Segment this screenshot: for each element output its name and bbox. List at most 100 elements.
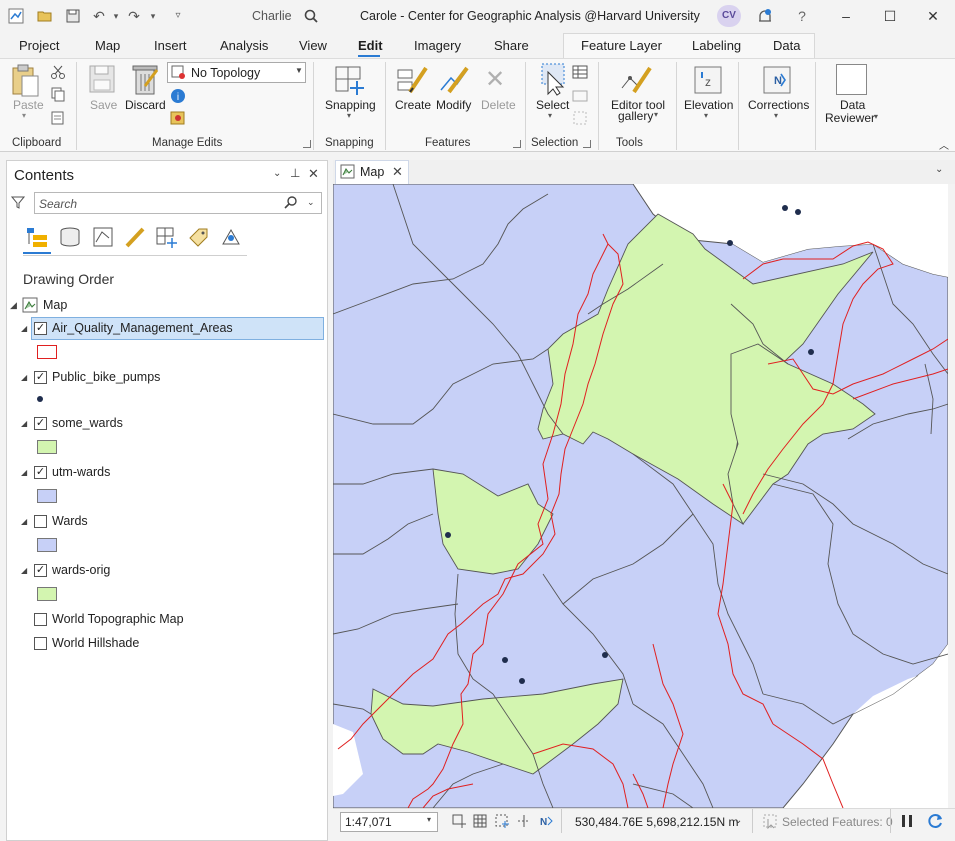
bike-pump-point[interactable] [519,678,525,684]
layer-visibility-checkbox[interactable] [34,613,47,626]
layer-name-public-bike-pumps[interactable]: Public_bike_pumps [52,370,160,384]
data-reviewer-label-2[interactable]: Reviewer [825,111,875,125]
list-by-labeling-icon[interactable] [187,226,211,251]
snapping-dropdown-icon[interactable]: ▾ [347,111,351,120]
open-project-icon[interactable] [37,8,53,24]
zoom-to-selection-icon[interactable] [572,110,588,129]
refresh-icon[interactable] [927,812,945,833]
elevation-button[interactable]: Elevation [684,98,733,112]
layer-visibility-checkbox[interactable]: ✓ [34,564,47,577]
tab-feature-layer[interactable]: Feature Layer [581,38,662,53]
tab-analysis[interactable]: Analysis [220,38,268,53]
selection-launcher-icon[interactable] [583,140,591,148]
gallery-dropdown-icon[interactable]: ▾ [654,110,658,119]
map-canvas[interactable] [333,184,948,808]
minimize-icon[interactable]: – [836,6,856,26]
editor-tool-gallery-icon[interactable] [620,64,654,99]
error-inspector-icon[interactable]: i [170,88,186,107]
layer-expand-icon[interactable]: ◢ [21,566,27,575]
paste-dropdown-icon[interactable]: ▾ [22,111,26,120]
paste-icon[interactable] [10,64,42,98]
bike-pump-point[interactable] [727,240,733,246]
modify-features-icon[interactable] [437,64,471,99]
elevation-icon[interactable]: z [692,64,724,99]
paste-button[interactable]: Paste [13,98,44,112]
maximize-icon[interactable]: ☐ [880,6,900,26]
select-button[interactable]: Select [536,98,569,112]
filter-icon[interactable] [10,195,26,212]
copy-icon[interactable] [50,86,66,105]
layer-symbol-swatch[interactable] [37,345,57,359]
discard-icon[interactable] [130,62,160,99]
notification-bell-icon[interactable] [756,8,772,24]
elevation-dropdown-icon[interactable]: ▾ [704,111,708,120]
save-edits-icon[interactable] [88,64,116,97]
tab-view[interactable]: View [299,38,327,53]
layer-expand-icon[interactable]: ◢ [21,324,27,333]
tab-map[interactable]: Map [95,38,120,53]
manage-edits-launcher-icon[interactable] [303,140,311,148]
layer-expand-icon[interactable]: ◢ [21,373,27,382]
save-project-icon[interactable] [65,8,81,24]
map-node-label[interactable]: Map [43,298,67,312]
corrections-icon[interactable]: N [761,64,793,99]
discard-button[interactable]: Discard [125,98,166,112]
bike-pump-point[interactable] [795,209,801,215]
layer-expand-icon[interactable]: ◢ [21,468,27,477]
avatar[interactable]: CV [717,5,741,27]
list-by-selection-icon[interactable] [92,226,114,251]
select-icon[interactable] [536,62,570,99]
coordinate-format-icon[interactable]: ⌄ [734,815,742,826]
layer-symbol-swatch[interactable] [37,489,57,503]
pane-menu-icon[interactable]: ⌄ [273,168,281,179]
select-dropdown-icon[interactable]: ▾ [548,111,552,120]
layer-symbol-swatch[interactable] [37,538,57,552]
tab-insert[interactable]: Insert [154,38,187,53]
data-reviewer-icon[interactable] [836,64,867,95]
collapse-ribbon-icon[interactable]: ︿ [939,137,949,152]
create-features-icon[interactable] [396,64,430,99]
map-svg[interactable] [333,184,948,808]
layer-name-air-quality-management-areas[interactable]: Air_Quality_Management_Areas [52,321,233,335]
corrections-dropdown-icon[interactable]: ▾ [774,111,778,120]
bike-pump-point[interactable] [782,205,788,211]
list-by-editing-icon[interactable] [124,226,146,251]
status-icon[interactable] [170,110,186,129]
close-map-tab-icon[interactable]: ✕ [392,164,403,180]
redo-icon[interactable]: ↷ [126,8,142,24]
bike-pump-point[interactable] [808,349,814,355]
undo-icon[interactable]: ↶ [91,8,107,24]
search-icon[interactable] [303,8,319,24]
layer-name-world-hillshade[interactable]: World Hillshade [52,636,139,650]
search-input[interactable] [34,192,322,214]
tab-imagery[interactable]: Imagery [414,38,461,53]
tab-project[interactable]: Project [19,38,59,53]
search-icon[interactable] [284,195,298,212]
tab-labeling[interactable]: Labeling [692,38,741,53]
bike-pump-point[interactable] [502,657,508,663]
clear-selection-icon[interactable] [572,88,588,107]
layer-name-wards[interactable]: Wards [52,514,88,528]
features-launcher-icon[interactable] [513,140,521,148]
redo-dropdown-icon[interactable]: ▾ [145,8,161,24]
search-options-icon[interactable]: ⌄ [307,197,315,208]
cut-icon[interactable] [50,64,66,83]
close-pane-icon[interactable]: ✕ [308,166,319,182]
snapping-button[interactable]: Snapping [325,98,376,112]
data-reviewer-label-1[interactable]: Data [840,98,865,112]
correction-toggle-icon[interactable]: N [538,813,554,832]
grid-icon[interactable] [472,813,488,832]
bike-pump-point[interactable] [445,532,451,538]
layer-visibility-checkbox[interactable]: ✓ [34,322,47,335]
list-by-drawing-order-icon[interactable] [25,226,49,251]
map-expand-icon[interactable]: ◢ [10,300,17,311]
list-by-source-icon[interactable] [59,226,81,251]
snapping-icon[interactable] [333,64,367,99]
layer-expand-icon[interactable]: ◢ [21,517,27,526]
bike-pump-point[interactable] [602,652,608,658]
pause-drawing-icon[interactable] [900,813,914,832]
pin-icon[interactable]: ⊥ [290,166,300,180]
layer-symbol-swatch[interactable] [37,587,57,601]
customize-toolbar-icon[interactable]: ▿ [170,8,186,24]
snapping-toggle-icon[interactable] [494,813,510,832]
